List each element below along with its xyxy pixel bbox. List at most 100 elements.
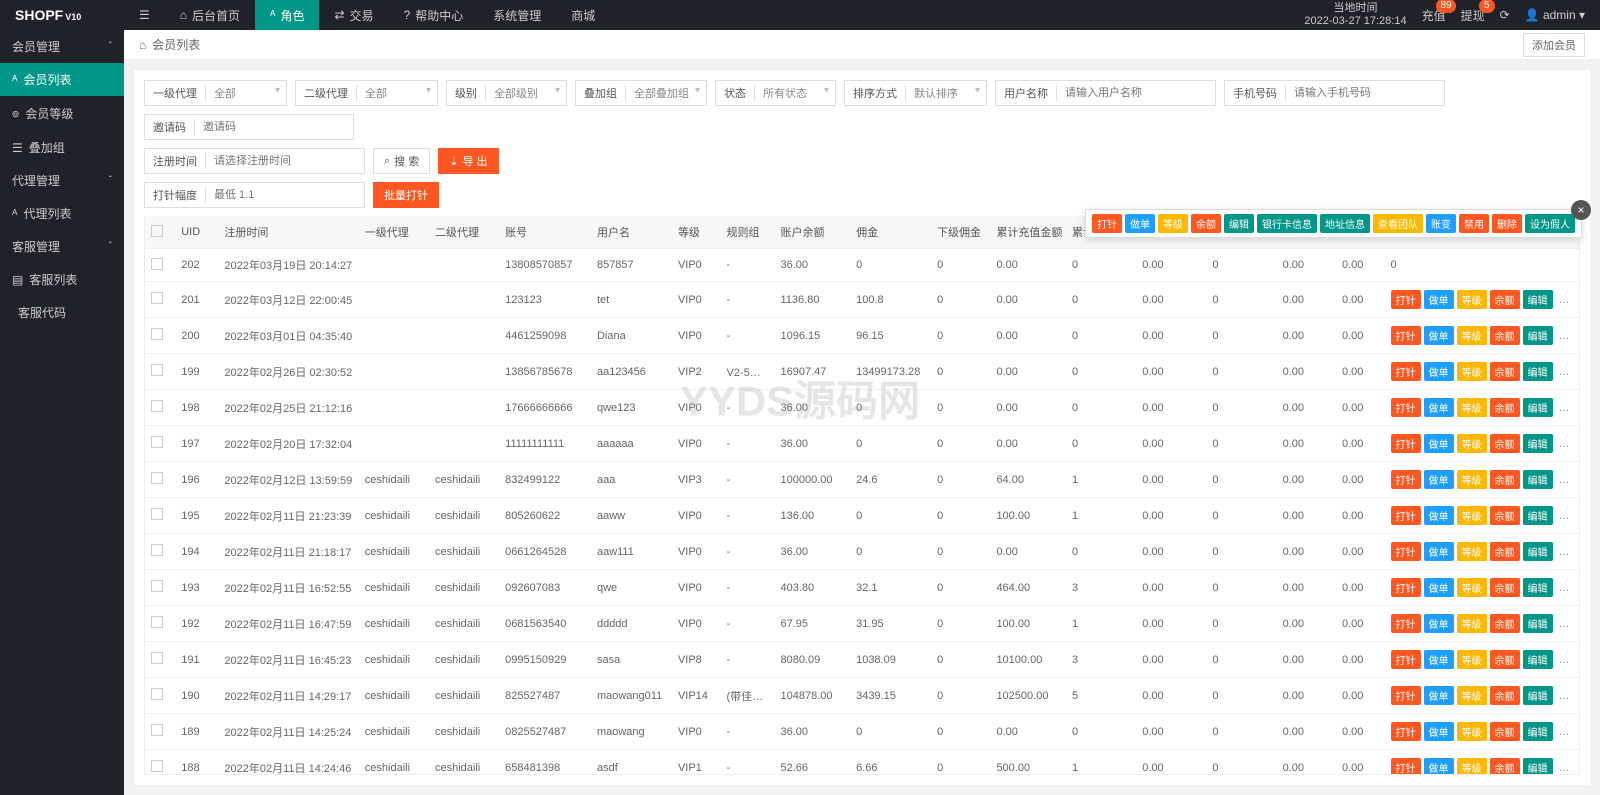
action-做单[interactable]: 做单 <box>1424 614 1454 633</box>
nav-帮助中心[interactable]: ? 帮助中心 <box>389 0 479 30</box>
more-actions[interactable]: … <box>1556 762 1573 774</box>
action-等级[interactable]: 等级 <box>1457 650 1487 669</box>
action-做单[interactable]: 做单 <box>1424 398 1454 417</box>
popup-action-银行卡信息[interactable]: 银行卡信息 <box>1257 214 1317 233</box>
filter-级别[interactable]: 级别全部级别 <box>446 80 567 106</box>
row-checkbox[interactable] <box>151 508 163 520</box>
action-等级[interactable]: 等级 <box>1457 578 1487 597</box>
search-button[interactable]: ⌕ 搜 索 <box>373 148 430 174</box>
action-等级[interactable]: 等级 <box>1457 506 1487 525</box>
menu-toggle[interactable]: ☰ <box>124 8 165 22</box>
more-actions[interactable]: … <box>1556 618 1573 630</box>
row-checkbox[interactable] <box>151 544 163 556</box>
filter-打针幅度[interactable]: 打针幅度 <box>144 182 365 208</box>
more-actions[interactable]: … <box>1556 690 1573 702</box>
popup-action-设为假人[interactable]: 设为假人 <box>1525 214 1575 233</box>
filter-叠加组[interactable]: 叠加组全部叠加组 <box>575 80 707 106</box>
input-手机号码[interactable] <box>1286 81 1444 105</box>
nav-商城[interactable]: 商城 <box>556 0 610 30</box>
action-打针[interactable]: 打针 <box>1391 326 1421 345</box>
action-做单[interactable]: 做单 <box>1424 722 1454 741</box>
action-余额[interactable]: 余额 <box>1490 722 1520 741</box>
row-checkbox[interactable] <box>151 436 163 448</box>
action-余额[interactable]: 余额 <box>1490 506 1520 525</box>
table-wrap[interactable]: UID注册时间一级代理二级代理账号用户名等级规则组账户余额佣金下级佣金累计充值金… <box>144 216 1580 775</box>
action-打针[interactable]: 打针 <box>1391 650 1421 669</box>
input-注册时间[interactable] <box>206 149 364 173</box>
action-余额[interactable]: 余额 <box>1490 434 1520 453</box>
action-编辑[interactable]: 编辑 <box>1523 722 1553 741</box>
withdraw-link[interactable]: 提现 5 <box>1461 7 1485 24</box>
action-等级[interactable]: 等级 <box>1457 542 1487 561</box>
action-编辑[interactable]: 编辑 <box>1523 578 1553 597</box>
col-checkbox[interactable] <box>145 216 175 249</box>
filter-排序方式[interactable]: 排序方式默认排序 <box>844 80 987 106</box>
sidebar-会员管理[interactable]: 会员管理ˇ <box>0 30 124 63</box>
action-编辑[interactable]: 编辑 <box>1523 686 1553 705</box>
action-打针[interactable]: 打针 <box>1391 758 1421 775</box>
action-余额[interactable]: 余额 <box>1490 470 1520 489</box>
user-menu[interactable]: 👤 admin ▾ <box>1525 8 1585 22</box>
action-余额[interactable]: 余额 <box>1490 398 1520 417</box>
action-等级[interactable]: 等级 <box>1457 470 1487 489</box>
row-checkbox[interactable] <box>151 328 163 340</box>
more-actions[interactable]: … <box>1556 546 1573 558</box>
action-做单[interactable]: 做单 <box>1424 362 1454 381</box>
action-打针[interactable]: 打针 <box>1391 362 1421 381</box>
row-checkbox[interactable] <box>151 400 163 412</box>
sidebar-客服管理[interactable]: 客服管理ˇ <box>0 230 124 263</box>
action-编辑[interactable]: 编辑 <box>1523 290 1553 309</box>
action-等级[interactable]: 等级 <box>1457 398 1487 417</box>
row-checkbox[interactable] <box>151 724 163 736</box>
action-编辑[interactable]: 编辑 <box>1523 398 1553 417</box>
action-做单[interactable]: 做单 <box>1424 326 1454 345</box>
action-打针[interactable]: 打针 <box>1391 722 1421 741</box>
filter-用户名称[interactable]: 用户名称 <box>995 80 1216 106</box>
action-余额[interactable]: 余额 <box>1490 326 1520 345</box>
action-打针[interactable]: 打针 <box>1391 470 1421 489</box>
row-checkbox[interactable] <box>151 258 163 270</box>
close-icon[interactable]: × <box>1571 200 1591 220</box>
row-checkbox[interactable] <box>151 616 163 628</box>
filter-二级代理[interactable]: 二级代理全部 <box>295 80 438 106</box>
filter-注册时间[interactable]: 注册时间 <box>144 148 365 174</box>
more-actions[interactable]: … <box>1556 726 1573 738</box>
sidebar-客服列表[interactable]: ▤客服列表 <box>0 263 124 296</box>
input-用户名称[interactable] <box>1057 81 1215 105</box>
action-打针[interactable]: 打针 <box>1391 290 1421 309</box>
home-icon[interactable]: ⌂ <box>139 38 146 52</box>
row-checkbox[interactable] <box>151 688 163 700</box>
more-actions[interactable]: … <box>1556 474 1573 486</box>
popup-action-编辑[interactable]: 编辑 <box>1224 214 1254 233</box>
refresh-icon[interactable]: ⟳ <box>1500 8 1510 22</box>
row-checkbox[interactable] <box>151 472 163 484</box>
sidebar-叠加组[interactable]: ☰叠加组 <box>0 131 124 164</box>
action-编辑[interactable]: 编辑 <box>1523 614 1553 633</box>
filter-一级代理[interactable]: 一级代理全部 <box>144 80 287 106</box>
row-checkbox[interactable] <box>151 652 163 664</box>
more-actions[interactable]: … <box>1556 402 1573 414</box>
action-等级[interactable]: 等级 <box>1457 722 1487 741</box>
action-余额[interactable]: 余额 <box>1490 542 1520 561</box>
action-等级[interactable]: 等级 <box>1457 326 1487 345</box>
nav-角色[interactable]: ᴬ 角色 <box>255 0 319 30</box>
action-余额[interactable]: 余额 <box>1490 290 1520 309</box>
popup-action-等级[interactable]: 等级 <box>1158 214 1188 233</box>
recharge-link[interactable]: 充值 89 <box>1422 7 1446 24</box>
action-做单[interactable]: 做单 <box>1424 470 1454 489</box>
more-actions[interactable]: … <box>1556 366 1573 378</box>
action-余额[interactable]: 余额 <box>1490 578 1520 597</box>
action-等级[interactable]: 等级 <box>1457 758 1487 775</box>
sidebar-会员等级[interactable]: ๏会员等级 <box>0 96 124 131</box>
more-actions[interactable]: … <box>1556 654 1573 666</box>
row-checkbox[interactable] <box>151 760 163 772</box>
export-button[interactable]: ⇣ 导 出 <box>438 148 498 174</box>
filter-手机号码[interactable]: 手机号码 <box>1224 80 1445 106</box>
action-做单[interactable]: 做单 <box>1424 578 1454 597</box>
nav-系统管理[interactable]: 系统管理 <box>478 0 556 30</box>
action-编辑[interactable]: 编辑 <box>1523 758 1553 775</box>
action-做单[interactable]: 做单 <box>1424 542 1454 561</box>
popup-action-禁用[interactable]: 禁用 <box>1459 214 1489 233</box>
action-打针[interactable]: 打针 <box>1391 434 1421 453</box>
action-等级[interactable]: 等级 <box>1457 434 1487 453</box>
